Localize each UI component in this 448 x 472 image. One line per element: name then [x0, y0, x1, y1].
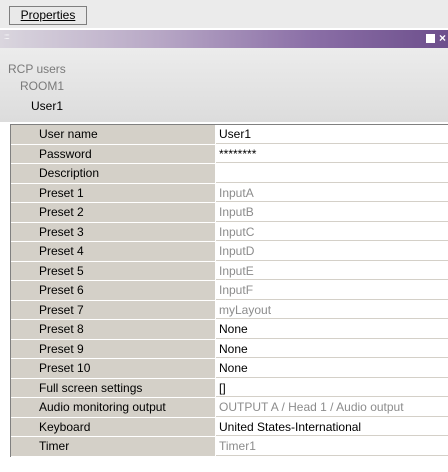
property-row[interactable]: Password ******** [11, 144, 448, 164]
tree-node-room1[interactable]: ROOM1 [20, 79, 64, 93]
drag-grip-icon[interactable]: :::: [4, 32, 10, 41]
property-row[interactable]: Audio monitoring output OUTPUT A / Head 1… [11, 398, 448, 418]
property-value[interactable]: United States-International [216, 417, 448, 436]
property-label: Timer [11, 437, 216, 456]
property-row[interactable]: Preset 9 None [11, 339, 448, 359]
property-row[interactable]: Preset 5 InputE [11, 261, 448, 281]
property-label: Preset 9 [11, 339, 216, 358]
property-value[interactable]: InputA [216, 183, 448, 202]
tree-path-panel: RCP users ROOM1 User1 [0, 48, 448, 122]
property-label: Preset 6 [11, 281, 216, 300]
property-label: Preset 3 [11, 222, 216, 241]
property-value[interactable] [216, 164, 448, 183]
toolbar: Properties [0, 0, 448, 28]
property-value[interactable]: None [216, 339, 448, 358]
property-value[interactable]: InputD [216, 242, 448, 261]
property-label: Description [11, 164, 216, 183]
property-row[interactable]: Description [11, 164, 448, 184]
property-row[interactable]: Keyboard United States-International [11, 417, 448, 437]
property-label: User name [11, 125, 216, 144]
property-label: Preset 1 [11, 183, 216, 202]
property-value[interactable]: None [216, 359, 448, 378]
property-row[interactable]: Preset 4 InputD [11, 242, 448, 262]
property-value[interactable]: InputB [216, 203, 448, 222]
property-row[interactable]: User name User1 [11, 125, 448, 145]
property-value[interactable]: InputF [216, 281, 448, 300]
property-label: Preset 4 [11, 242, 216, 261]
property-row[interactable]: Preset 2 InputB [11, 203, 448, 223]
close-icon[interactable]: × [439, 31, 446, 45]
property-row[interactable]: Preset 8 None [11, 320, 448, 340]
property-value[interactable]: User1 [216, 125, 448, 144]
property-label: Preset 5 [11, 261, 216, 280]
property-value[interactable]: None [216, 320, 448, 339]
tree-node-user1[interactable]: User1 [31, 99, 63, 113]
property-value[interactable]: myLayout [216, 300, 448, 319]
property-row[interactable]: Full screen settings[] [11, 378, 448, 398]
panel-titlebar[interactable]: :::: × [0, 30, 448, 48]
property-value[interactable]: Timer1 [216, 437, 448, 456]
tab-properties[interactable]: Properties [9, 6, 87, 25]
property-value[interactable]: [] [216, 378, 448, 397]
property-label: Password [11, 144, 216, 163]
property-grid: User name User1 Password ******** Descriptio… [10, 124, 448, 457]
property-row[interactable]: Preset 1 InputA [11, 183, 448, 203]
property-value[interactable]: OUTPUT A / Head 1 / Audio output [216, 398, 448, 417]
property-row[interactable]: Timer Timer1 [11, 437, 448, 457]
property-row[interactable]: Preset 10 None [11, 359, 448, 379]
tree-node-rcp-users[interactable]: RCP users [8, 62, 66, 76]
property-label: Preset 8 [11, 320, 216, 339]
property-label: Preset 10 [11, 359, 216, 378]
property-value[interactable]: InputE [216, 261, 448, 280]
property-value[interactable]: InputC [216, 222, 448, 241]
property-value[interactable]: ******** [216, 144, 448, 163]
property-label: Preset 7 [11, 300, 216, 319]
property-label: Audio monitoring output [11, 398, 216, 417]
property-row[interactable]: Preset 7 myLayout [11, 300, 448, 320]
property-row[interactable]: Preset 3 InputC [11, 222, 448, 242]
restore-icon[interactable] [426, 34, 435, 43]
property-label: Full screen settings [11, 378, 216, 397]
property-label: Preset 2 [11, 203, 216, 222]
property-row[interactable]: Preset 6 InputF [11, 281, 448, 301]
property-label: Keyboard [11, 417, 216, 436]
